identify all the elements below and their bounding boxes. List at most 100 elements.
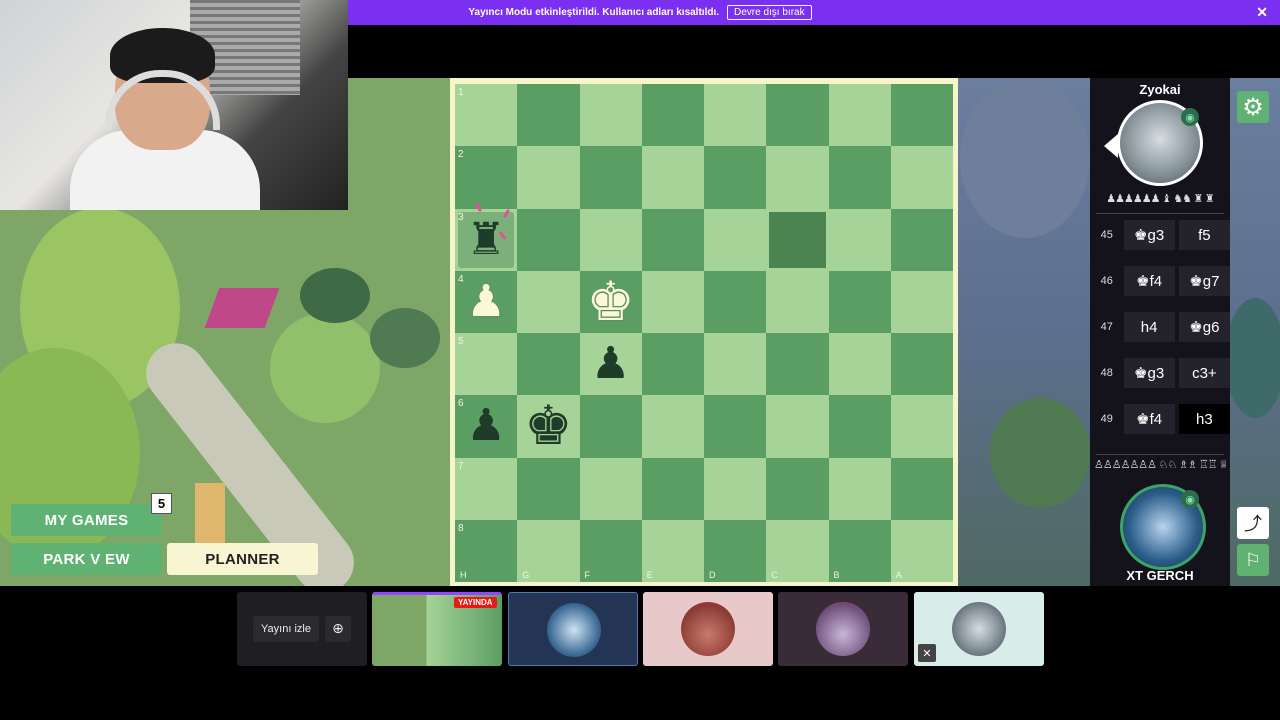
board-square-e3[interactable] bbox=[641, 208, 704, 271]
watch-stream-button[interactable]: Yayını izle bbox=[253, 616, 319, 642]
board-square-b8[interactable]: B bbox=[828, 519, 891, 582]
board-square-h1[interactable]: 1 bbox=[455, 84, 518, 147]
white-pawn-piece[interactable]: ♟ bbox=[455, 271, 517, 333]
board-square-f1[interactable] bbox=[579, 84, 642, 147]
board-square-d7[interactable] bbox=[704, 457, 767, 520]
my-games-button[interactable]: MY GAMES bbox=[11, 504, 162, 536]
board-square-h7[interactable]: 7 bbox=[455, 457, 518, 520]
board-square-g2[interactable] bbox=[517, 146, 580, 209]
board-square-a4[interactable] bbox=[890, 270, 953, 333]
board-square-h5[interactable]: 5 bbox=[455, 333, 518, 396]
board-square-h4[interactable]: 4 ♟ bbox=[455, 270, 518, 333]
board-square-f8[interactable]: F bbox=[579, 519, 642, 582]
white-move[interactable]: ♚g3 bbox=[1123, 220, 1175, 250]
board-square-a6[interactable] bbox=[890, 395, 953, 458]
board-square-b3[interactable] bbox=[828, 208, 891, 271]
black-move[interactable]: ♚g7 bbox=[1178, 266, 1230, 296]
board-square-a3[interactable] bbox=[890, 208, 953, 271]
board-square-d1[interactable] bbox=[704, 84, 767, 147]
board-square-g5[interactable] bbox=[517, 333, 580, 396]
board-square-b6[interactable] bbox=[828, 395, 891, 458]
board-square-c8[interactable]: C bbox=[766, 519, 829, 582]
board-square-d6[interactable] bbox=[704, 395, 767, 458]
black-move[interactable]: ♚g6 bbox=[1178, 312, 1230, 342]
disable-streamer-mode-button[interactable]: Devre dışı bırak bbox=[727, 5, 812, 20]
board-square-g1[interactable] bbox=[517, 84, 580, 147]
board-square-a2[interactable] bbox=[890, 146, 953, 209]
board-square-c2[interactable] bbox=[766, 146, 829, 209]
board-square-b2[interactable] bbox=[828, 146, 891, 209]
board-square-b7[interactable] bbox=[828, 457, 891, 520]
player-thumbnail[interactable] bbox=[778, 592, 908, 666]
black-pawn-piece[interactable]: ♟ bbox=[580, 333, 642, 395]
player-thumbnail[interactable] bbox=[643, 592, 773, 666]
flag-icon[interactable]: ⚐ bbox=[1237, 544, 1269, 576]
player-thumbnail[interactable]: ✕ bbox=[914, 592, 1044, 666]
board-square-f2[interactable] bbox=[579, 146, 642, 209]
board-square-a7[interactable] bbox=[890, 457, 953, 520]
board-square-h3[interactable]: 3 ♜ bbox=[455, 202, 518, 271]
share-icon[interactable]: ⤴ bbox=[1237, 507, 1269, 539]
board-square-h2[interactable]: 2 bbox=[455, 146, 518, 209]
board-square-f6[interactable] bbox=[579, 395, 642, 458]
board-square-b4[interactable] bbox=[828, 270, 891, 333]
black-rook-piece[interactable]: ♜ bbox=[455, 209, 517, 271]
white-move[interactable]: ♚f4 bbox=[1123, 404, 1175, 434]
black-move[interactable]: c3+ bbox=[1178, 358, 1230, 388]
board-square-c4[interactable] bbox=[766, 270, 829, 333]
board-square-d2[interactable] bbox=[704, 146, 767, 209]
board-square-e5[interactable] bbox=[641, 333, 704, 396]
move-row[interactable]: 46 ♚f4 ♚g7 bbox=[1090, 266, 1230, 296]
board-square-c7[interactable] bbox=[766, 457, 829, 520]
board-square-h6[interactable]: 6 ♟ bbox=[455, 395, 518, 458]
move-row[interactable]: 45 ♚g3 f5 bbox=[1090, 220, 1230, 250]
board-square-a8[interactable]: A bbox=[890, 519, 953, 582]
board-square-f3[interactable] bbox=[579, 208, 642, 271]
board-square-d5[interactable] bbox=[704, 333, 767, 396]
board-square-d8[interactable]: D bbox=[704, 519, 767, 582]
planner-button[interactable]: PLANNER bbox=[167, 543, 318, 575]
board-square-e7[interactable] bbox=[641, 457, 704, 520]
player-thumbnail[interactable] bbox=[508, 592, 638, 666]
board-square-c1[interactable] bbox=[766, 84, 829, 147]
board-square-f4[interactable]: ♚ bbox=[579, 270, 642, 333]
board-square-d3[interactable] bbox=[704, 208, 767, 271]
black-move[interactable]: f5 bbox=[1178, 220, 1230, 250]
white-move[interactable]: ♚f4 bbox=[1123, 266, 1175, 296]
white-move[interactable]: h4 bbox=[1123, 312, 1175, 342]
board-square-a5[interactable] bbox=[890, 333, 953, 396]
board-square-h8[interactable]: 8H bbox=[455, 519, 518, 582]
black-move[interactable]: h3 bbox=[1178, 404, 1230, 434]
move-row[interactable]: 48 ♚g3 c3+ bbox=[1090, 358, 1230, 388]
board-square-g3[interactable] bbox=[517, 208, 580, 271]
board-square-b1[interactable] bbox=[828, 84, 891, 147]
board-square-b5[interactable] bbox=[828, 333, 891, 396]
board-square-g6[interactable]: ♚ bbox=[517, 395, 580, 458]
close-icon[interactable]: ✕ bbox=[1256, 4, 1268, 21]
zoom-icon[interactable]: ⊕ bbox=[325, 616, 351, 642]
board-square-f5[interactable]: ♟ bbox=[579, 333, 642, 396]
black-king-piece[interactable]: ♚ bbox=[517, 395, 579, 457]
move-row[interactable]: 47 h4 ♚g6 bbox=[1090, 312, 1230, 342]
board-square-c3-highlighted[interactable] bbox=[766, 208, 829, 271]
white-move[interactable]: ♚g3 bbox=[1123, 358, 1175, 388]
board-square-e6[interactable] bbox=[641, 395, 704, 458]
board-square-e4[interactable] bbox=[641, 270, 704, 333]
board-square-e2[interactable] bbox=[641, 146, 704, 209]
black-pawn-piece[interactable]: ♟ bbox=[455, 395, 517, 457]
board-square-f7[interactable] bbox=[579, 457, 642, 520]
white-king-piece[interactable]: ♚ bbox=[580, 271, 642, 333]
board-square-e1[interactable] bbox=[641, 84, 704, 147]
board-square-c5[interactable] bbox=[766, 333, 829, 396]
board-square-a1[interactable] bbox=[890, 84, 953, 147]
chess-board[interactable]: 1 2 3 ♜ 4 ♟ ♚ 5 ♟ 6 ♟ ♚ 7 8 H G F E D C B A bbox=[455, 84, 953, 582]
park-view-button[interactable]: PARK V EW bbox=[11, 543, 162, 575]
board-square-e8[interactable]: E bbox=[641, 519, 704, 582]
move-row[interactable]: 49 ♚f4 h3 bbox=[1090, 404, 1230, 434]
board-square-g4[interactable] bbox=[517, 270, 580, 333]
board-square-c6[interactable] bbox=[766, 395, 829, 458]
gear-icon[interactable]: ⚙ bbox=[1237, 91, 1269, 123]
board-square-d4[interactable] bbox=[704, 270, 767, 333]
board-square-g8[interactable]: G bbox=[517, 519, 580, 582]
board-square-g7[interactable] bbox=[517, 457, 580, 520]
